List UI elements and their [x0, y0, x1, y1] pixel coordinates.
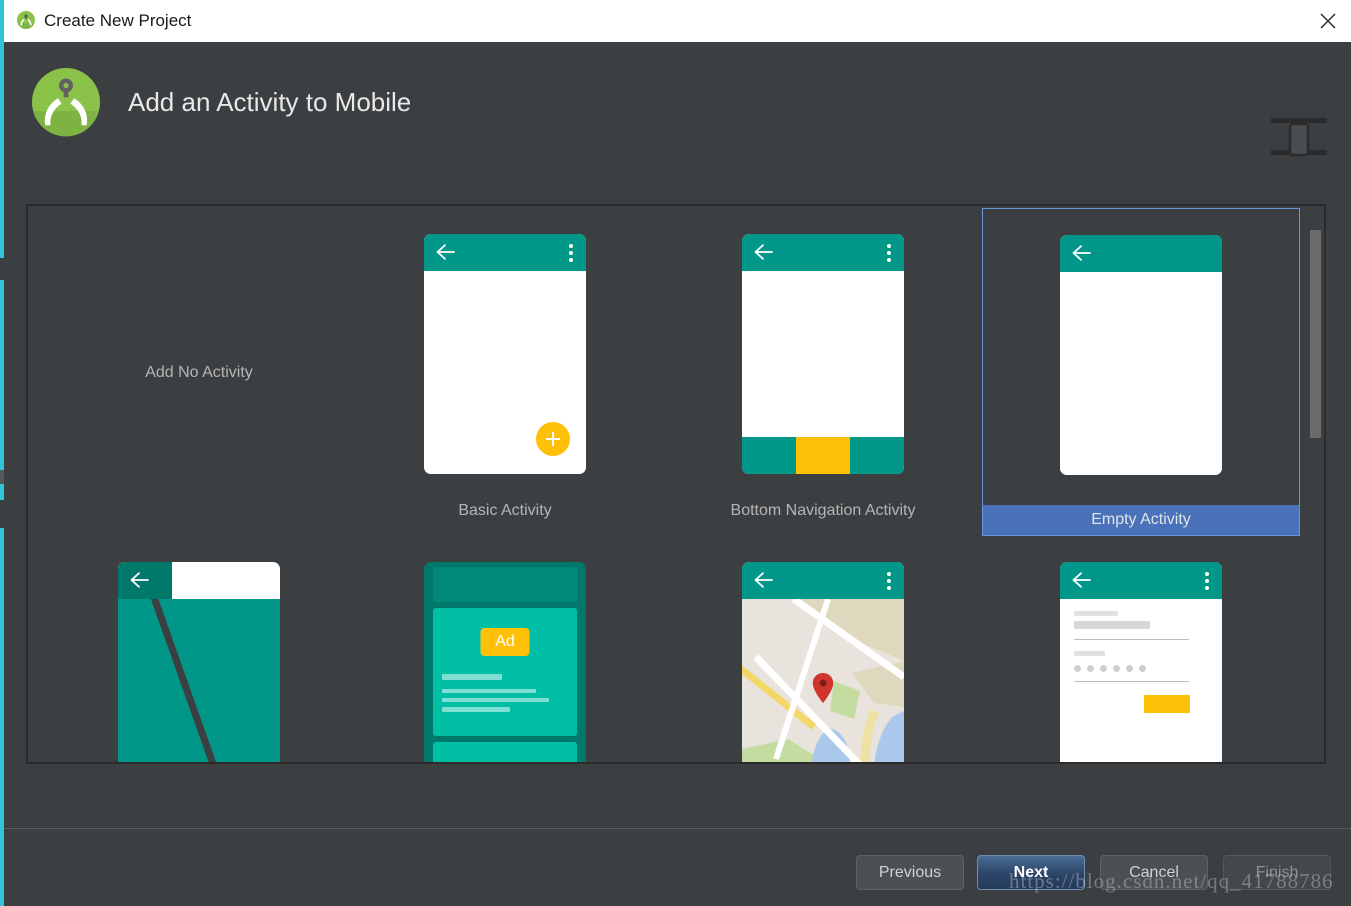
activity-template-thumbnail — [983, 235, 1299, 475]
login-submit-button — [1144, 695, 1190, 713]
back-arrow-icon — [1071, 244, 1091, 262]
back-arrow-icon — [1071, 571, 1091, 589]
content-area — [1060, 599, 1222, 762]
activity-template-ad-activity[interactable]: Ad — [346, 556, 664, 762]
close-icon[interactable] — [1304, 0, 1351, 41]
map-canvas — [742, 599, 904, 762]
activity-template-thumbnail — [664, 562, 982, 762]
phone-preview-empty — [1060, 235, 1222, 475]
password-field-underline — [1074, 681, 1189, 682]
phone-preview-ad: Ad — [424, 562, 586, 762]
window-title: Create New Project — [44, 11, 192, 30]
activity-template-thumbnail: Ad — [346, 562, 664, 762]
app-bar — [424, 234, 586, 271]
window-edge-gap-3 — [0, 500, 4, 528]
activity-template-label: Empty Activity — [983, 505, 1299, 535]
floating-action-button-icon — [536, 422, 570, 456]
app-bar — [742, 562, 904, 599]
activity-template-thumbnail — [346, 234, 664, 474]
phone-preview-login — [1060, 562, 1222, 762]
content-area — [424, 271, 586, 474]
ad-text-line — [442, 698, 549, 702]
back-arrow-icon — [435, 243, 455, 261]
create-new-project-dialog: Create New Project Add an Activity to Mo… — [0, 0, 1351, 906]
app-bar — [1060, 235, 1222, 272]
app-bar — [1060, 562, 1222, 599]
ad-card: Ad — [433, 608, 577, 736]
app-bar — [118, 562, 172, 599]
activity-template-google-maps-activity[interactable] — [664, 556, 982, 762]
back-arrow-icon — [129, 571, 149, 589]
activity-template-add-no-activity[interactable]: Add No Activity — [52, 206, 346, 532]
activity-template-label: Add No Activity — [145, 364, 253, 381]
ad-text-line — [442, 689, 536, 693]
activity-template-thumbnail — [982, 562, 1300, 762]
ad-text-line — [442, 674, 502, 680]
phone-preview-basic — [424, 234, 586, 474]
phone-preview-map — [742, 562, 904, 762]
email-field-underline — [1074, 639, 1189, 640]
activity-template-login-activity[interactable] — [982, 556, 1300, 762]
overflow-menu-icon — [569, 244, 573, 262]
back-arrow-icon — [753, 571, 773, 589]
content-area — [1060, 272, 1222, 475]
activity-template-thumbnail — [664, 234, 982, 474]
overflow-menu-icon — [887, 572, 891, 590]
fullscreen-expand-icon — [241, 572, 267, 598]
activity-template-bottom-navigation-activity[interactable]: Bottom Navigation Activity — [664, 206, 982, 532]
bottom-nav-item-2 — [796, 437, 850, 474]
finish-button: Finish — [1223, 855, 1331, 890]
page-title: Add an Activity to Mobile — [128, 87, 412, 117]
dialog-button-bar: Previous Next Cancel Finish — [0, 829, 1351, 906]
overflow-menu-icon — [887, 244, 891, 262]
ad-badge: Ad — [480, 628, 530, 656]
app-bar — [742, 234, 904, 271]
activity-template-grid: Add No Activity Basic Activity Bottom Na… — [28, 206, 1300, 762]
activity-template-thumbnail — [52, 562, 346, 762]
mobile-device-icon — [1267, 106, 1331, 170]
field-label-placeholder — [1074, 611, 1118, 616]
next-button[interactable]: Next — [977, 855, 1085, 890]
android-studio-icon — [16, 10, 36, 30]
password-label-placeholder — [1074, 651, 1105, 656]
overflow-menu-icon — [1205, 572, 1209, 590]
phone-preview-bottom-navigation — [742, 234, 904, 474]
android-studio-logo-icon — [28, 64, 104, 140]
scrollbar-thumb[interactable] — [1310, 230, 1321, 438]
activity-template-basic-activity[interactable]: Basic Activity — [346, 206, 664, 532]
bottom-navigation-bar — [742, 437, 904, 474]
template-grid-scrollbar[interactable] — [1308, 208, 1322, 760]
window-edge-accent — [0, 0, 4, 906]
activity-template-empty-activity[interactable]: Empty Activity — [982, 208, 1300, 536]
bottom-nav-item-1 — [742, 437, 796, 474]
bottom-nav-item-3 — [850, 437, 904, 474]
password-dots — [1074, 665, 1146, 672]
window-edge-gap-2 — [0, 470, 4, 484]
activity-template-label: Bottom Navigation Activity — [730, 502, 916, 519]
previous-button[interactable]: Previous — [856, 855, 964, 890]
activity-template-label: Basic Activity — [458, 502, 552, 519]
activity-template-panel: Add No Activity Basic Activity Bottom Na… — [26, 204, 1326, 764]
title-bar: Create New Project — [4, 0, 1351, 43]
cancel-button[interactable]: Cancel — [1100, 855, 1208, 890]
back-arrow-icon — [753, 243, 773, 261]
ad-header-block — [433, 567, 577, 602]
ad-footer-block — [433, 742, 577, 762]
activity-template-fullscreen-activity[interactable] — [52, 556, 346, 762]
ad-text-line — [442, 707, 510, 712]
email-field-placeholder — [1074, 621, 1150, 629]
map-pin-icon — [812, 673, 834, 703]
phone-preview-fullscreen — [118, 562, 280, 762]
dialog-header: Add an Activity to Mobile — [4, 42, 1351, 182]
window-edge-gap-1 — [0, 258, 4, 280]
